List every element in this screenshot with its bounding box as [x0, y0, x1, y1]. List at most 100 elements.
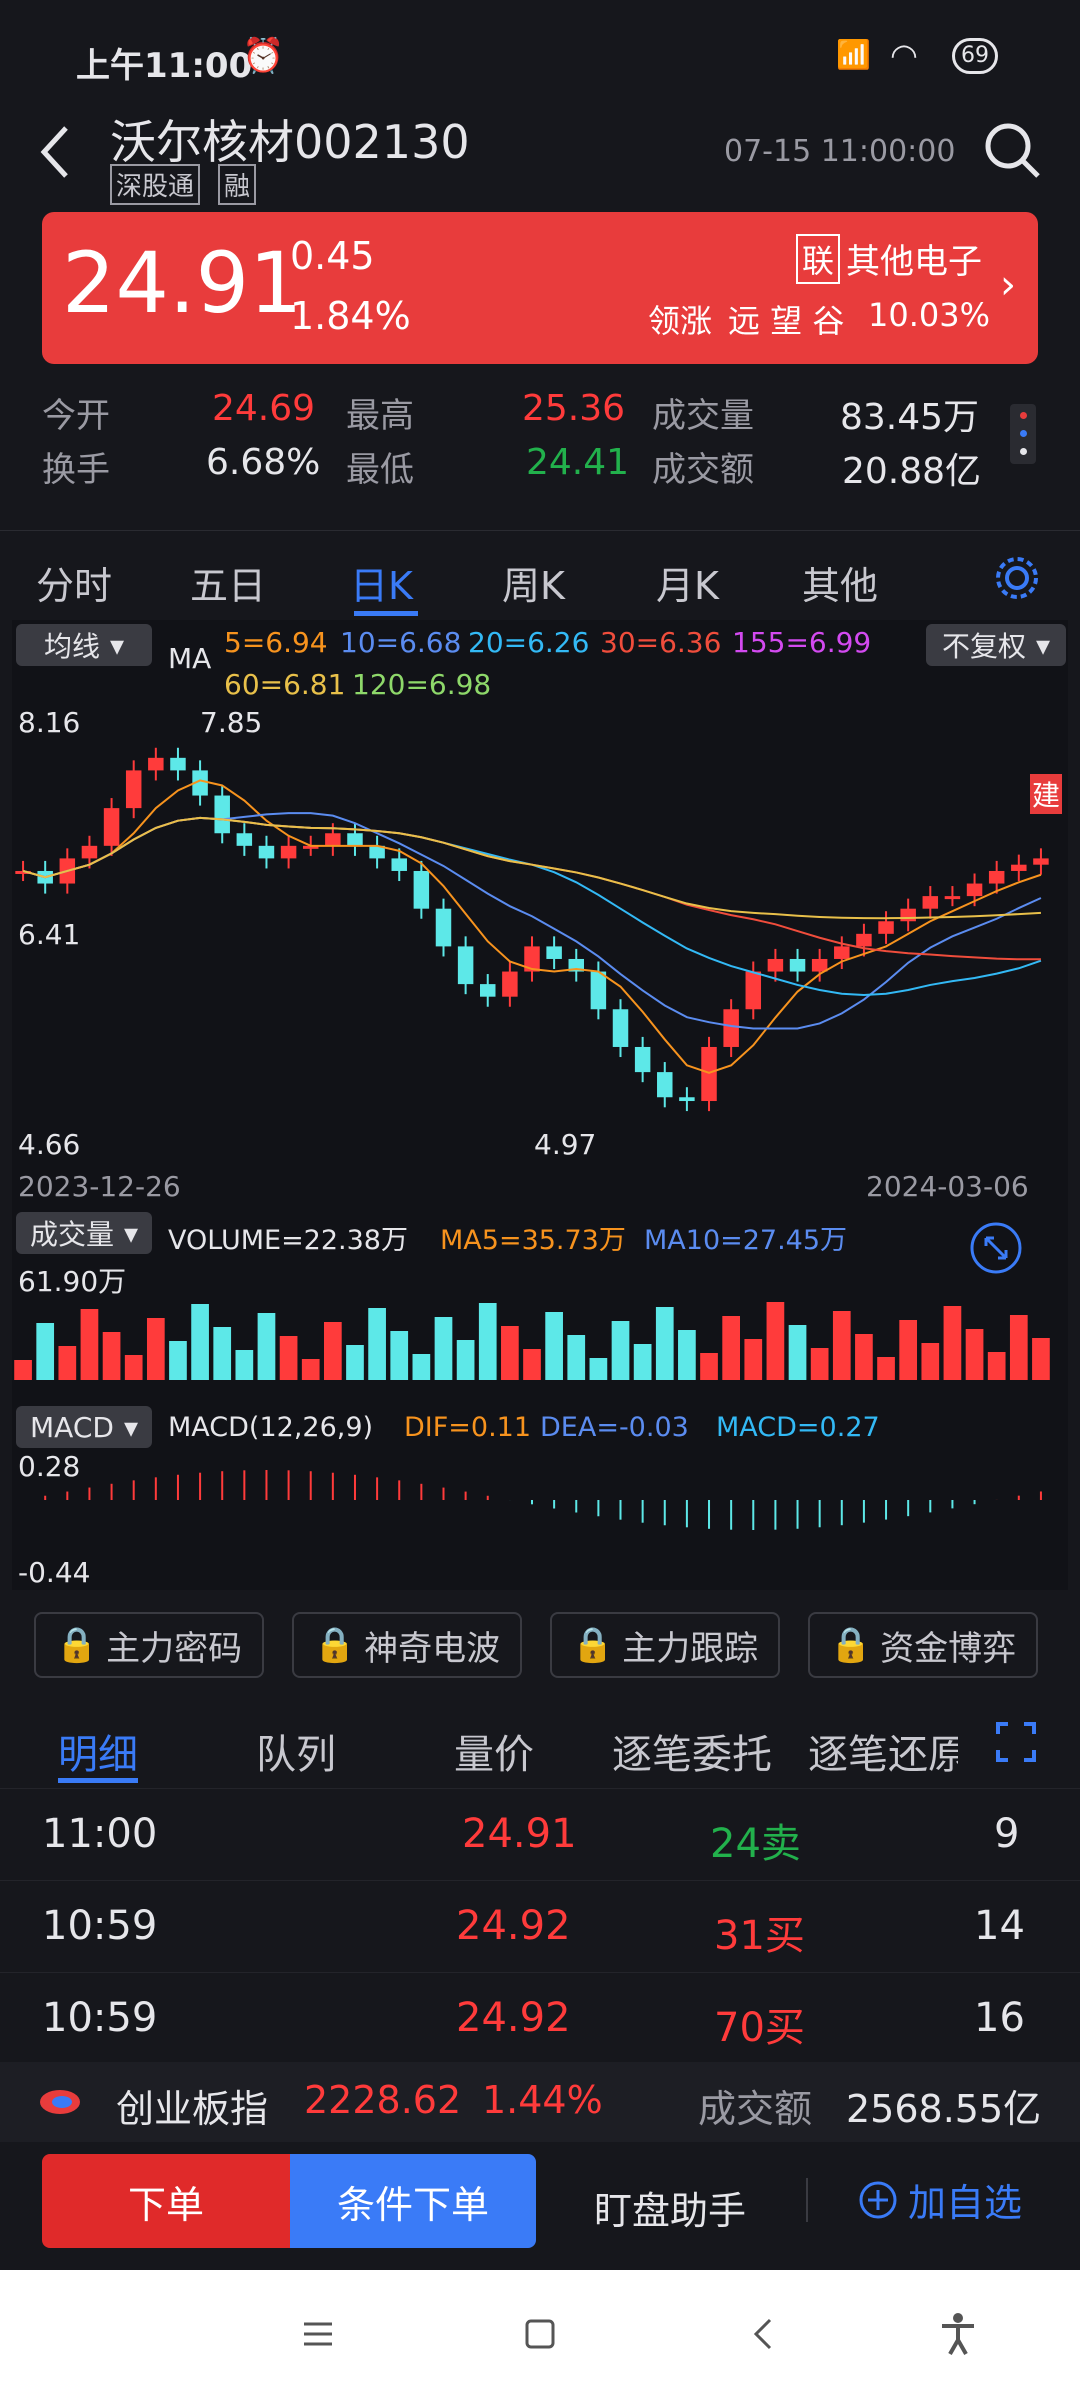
volume-bar [545, 1312, 563, 1380]
volume-bar [921, 1343, 940, 1380]
monitor-helper-button[interactable]: 盯盘助手 [594, 2180, 746, 2235]
status-time: 上午11:00 [76, 46, 253, 86]
settings-gear-icon[interactable] [992, 553, 1042, 603]
home-icon[interactable] [522, 2316, 558, 2352]
amount-label: 成交额 [652, 450, 754, 490]
volume-bar [899, 1320, 918, 1380]
trade-time: 10:59 [42, 1903, 158, 1949]
open-value: 24.69 [212, 388, 316, 429]
ma60-value: 60=6.81 [224, 668, 346, 701]
price-panel: 24.91 0.45 1.84% 联 其他电子 领涨 远 望 谷 10.03% … [42, 212, 1038, 364]
order-button[interactable]: 下单 [42, 2154, 290, 2248]
plus-circle-icon [859, 2181, 897, 2218]
volume-ma5: MA5=35.73万 [440, 1225, 626, 1256]
macd-canvas [44, 1470, 1042, 1530]
subtab-indicator [58, 1778, 138, 1783]
ma20-value: 20=6.26 [468, 626, 590, 659]
ma-dropdown[interactable]: 均线 ▾ [16, 624, 152, 666]
candlestick [148, 747, 164, 781]
candlestick [634, 1036, 651, 1083]
candlestick [369, 835, 385, 869]
back-icon[interactable] [34, 122, 74, 182]
volume-bar [279, 1336, 298, 1380]
add-watchlist-button[interactable]: 加自选 [858, 2172, 1022, 2227]
subtab-volume-price[interactable]: 量价 [454, 1722, 534, 1780]
volume-bar [169, 1341, 187, 1380]
candlestick [900, 898, 916, 932]
active-tab-indicator [354, 611, 418, 616]
tab-timeshare[interactable]: 分时 [36, 555, 112, 610]
tab-weekly-k[interactable]: 周K [502, 555, 565, 610]
index-amount: 2568.55亿 [846, 2087, 1042, 2131]
index-ticker[interactable]: 创业板指 2228.62 1.44% 成交额 2568.55亿 [0, 2062, 1080, 2142]
tab-daily-k[interactable]: 日K [350, 555, 413, 610]
current-price: 24.91 [62, 234, 303, 332]
index-amount-label: 成交额 [698, 2087, 813, 2131]
volume-bar [346, 1345, 364, 1380]
volume-bar [58, 1346, 77, 1380]
candlestick [435, 898, 452, 957]
sector-name[interactable]: 其他电子 [846, 234, 982, 283]
chevron-right-icon[interactable]: › [1000, 262, 1016, 308]
candlestick [236, 823, 253, 856]
subtab-restore[interactable]: 逐笔还原 [808, 1722, 958, 1780]
expand-icon[interactable] [968, 1220, 1024, 1276]
trade-price: 24.91 [462, 1811, 577, 1857]
kline-canvas [15, 747, 1049, 1112]
candlestick [480, 974, 496, 1007]
tab-five-day[interactable]: 五日 [190, 555, 266, 610]
volume-bar [368, 1308, 386, 1380]
volume-bar [257, 1313, 276, 1380]
tool-wave-button[interactable]: 🔒 神奇电波 [292, 1612, 522, 1678]
low-label: 最低 [346, 450, 414, 490]
subtab-detail[interactable]: 明细 [58, 1722, 138, 1780]
price-change: 0.45 [290, 234, 375, 278]
tab-other[interactable]: 其他 [802, 555, 878, 610]
turnover-label: 换手 [42, 450, 110, 490]
volume-bar [456, 1340, 475, 1380]
volume-bar [102, 1332, 121, 1380]
volume-indicator: VOLUME=22.38万 [168, 1225, 408, 1256]
adjust-dropdown[interactable]: 不复权 ▾ [926, 624, 1066, 666]
volume-bar [589, 1358, 608, 1380]
volume-dropdown[interactable]: 成交量 ▾ [16, 1212, 152, 1254]
trade-volume: 24卖 [710, 1821, 801, 1867]
volume-label: 成交量 [652, 396, 754, 436]
tool-main-code-button[interactable]: 🔒 主力密码 [34, 1612, 264, 1678]
menu-icon[interactable] [300, 2316, 336, 2352]
lock-icon: 🔒 [55, 1625, 99, 1665]
high-label: 最高 [346, 396, 414, 436]
chart-tabs: 分时 五日 日K 周K 月K 其他 [0, 530, 1080, 626]
ma-line [22, 812, 1042, 1030]
search-icon[interactable] [982, 120, 1042, 180]
tool-tracking-button[interactable]: 🔒 主力跟踪 [550, 1612, 780, 1678]
candlestick [125, 760, 142, 819]
more-dots-icon[interactable] [1010, 404, 1036, 464]
accessibility-icon[interactable] [938, 2312, 978, 2356]
fullscreen-icon[interactable] [994, 1720, 1038, 1764]
volume-bar [301, 1359, 320, 1380]
tool-capital-button[interactable]: 🔒 资金博弈 [808, 1612, 1038, 1678]
tab-monthly-k[interactable]: 月K [656, 555, 719, 610]
volume-ma10: MA10=27.45万 [644, 1225, 848, 1256]
candlestick [723, 999, 739, 1058]
volume-bar [855, 1334, 873, 1380]
table-row: 10:59 24.92 31买 14 [0, 1880, 1080, 1972]
volume-bar [766, 1302, 785, 1380]
kline-chart-area[interactable]: 均线 ▾ MA 5=6.94 10=6.68 20=6.26 30=6.36 15… [12, 620, 1068, 1590]
volume-bar [523, 1349, 541, 1380]
ma155-value: 155=6.99 [732, 626, 872, 659]
back-nav-icon[interactable] [746, 2316, 782, 2352]
volume-canvas [14, 1302, 1050, 1380]
volume-bar [434, 1317, 453, 1380]
tag-margin: 融 [218, 164, 257, 205]
sector-badge: 联 [796, 234, 841, 284]
conditional-order-button[interactable]: 条件下单 [290, 2154, 536, 2248]
lock-icon: 🔒 [313, 1625, 357, 1665]
subtab-order-by-order[interactable]: 逐笔委托 [612, 1722, 772, 1780]
subtab-queue[interactable]: 队列 [256, 1722, 336, 1780]
macd-dropdown[interactable]: MACD ▾ [16, 1406, 152, 1448]
volume-bar [1009, 1315, 1028, 1380]
trade-price: 24.92 [456, 1995, 571, 2041]
detail-tabs: 明细 队列 量价 逐笔委托 逐笔还原 [0, 1700, 1080, 1788]
